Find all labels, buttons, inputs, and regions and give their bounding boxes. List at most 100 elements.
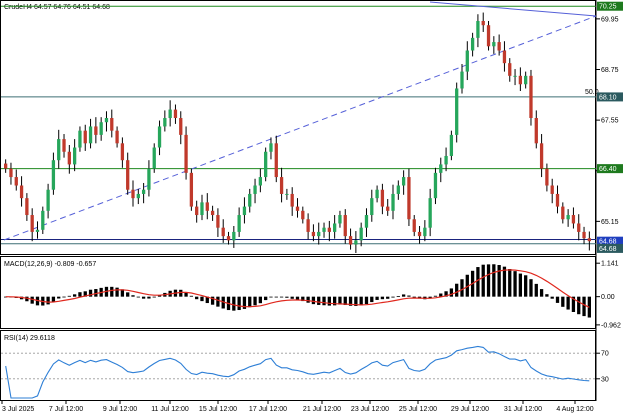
x-tick-label: 11 Jul 12:00 (151, 406, 189, 413)
candle-body (354, 240, 358, 245)
macd-histogram-bar (322, 296, 326, 306)
macd-histogram-bar (248, 296, 252, 308)
candle-body (455, 88, 459, 135)
candle-body (327, 227, 331, 232)
macd-histogram-bar (72, 294, 77, 297)
macd-histogram-bar (486, 264, 491, 297)
macd-histogram-bar (433, 295, 438, 297)
candle-body (141, 189, 146, 194)
candle-body (449, 134, 454, 156)
macd-histogram-bar (539, 289, 544, 297)
candle-body (168, 109, 172, 119)
candle-body (417, 231, 422, 237)
macd-histogram-bar (279, 296, 284, 298)
macd-histogram-bar (386, 296, 390, 299)
candle-body (274, 143, 278, 178)
candle-body (269, 143, 273, 152)
candle-body (370, 198, 374, 216)
candle-body (126, 160, 130, 190)
candle-body (391, 193, 395, 211)
candle-body (428, 198, 432, 228)
macd-histogram-bar (582, 296, 586, 317)
rsi-header: RSI(14) 29.6118 (4, 335, 55, 342)
candle-body (502, 50, 507, 64)
macd-histogram-bar (412, 296, 416, 298)
price-tag-label: 66.40 (599, 166, 617, 173)
candle-body (99, 122, 103, 135)
macd-histogram-bar (285, 296, 289, 298)
macd-tick-label: -0.962 (601, 322, 621, 329)
x-tick-label: 4 Aug 12:00 (556, 406, 593, 413)
macd-histogram-bar (78, 292, 82, 297)
y-tick-label: 65.15 (601, 219, 619, 226)
candle-body (94, 126, 98, 135)
candle-body (375, 189, 379, 199)
candle-body (338, 215, 342, 224)
candle-body (157, 126, 162, 148)
macd-histogram-bar (524, 275, 528, 297)
macd-histogram-bar (264, 296, 268, 301)
candle-body (120, 143, 125, 161)
macd-histogram-bar (370, 296, 374, 303)
macd-histogram-bar (476, 267, 480, 297)
candle-body (205, 202, 209, 211)
x-tick-label: 23 Jul 12:00 (351, 406, 389, 413)
macd-header: MACD(12,26,9) -0.809 -0.657 (4, 261, 96, 268)
macd-histogram-bar (290, 296, 294, 299)
candle-body (322, 227, 326, 232)
candle-body (486, 25, 491, 47)
candle-body (555, 193, 560, 207)
candle-body (290, 193, 294, 207)
x-tick-label: 7 Jul 12:00 (49, 406, 83, 413)
macd-histogram-bar (534, 283, 538, 297)
macd-histogram-bar (396, 296, 400, 297)
macd-histogram-bar (269, 296, 273, 298)
candle-body (264, 151, 268, 178)
candle-body (184, 134, 188, 173)
macd-histogram-bar (141, 296, 146, 299)
candle-body (444, 155, 448, 165)
rsi-panel[interactable] (0, 330, 596, 401)
candle-body (279, 177, 284, 194)
macd-histogram-bar (189, 295, 194, 297)
x-tick-label: 31 Jul 12:00 (504, 406, 542, 413)
macd-histogram-bar (200, 296, 204, 302)
macd-histogram-bar (481, 264, 485, 297)
candle-body (465, 50, 469, 72)
macd-histogram-bar (110, 286, 114, 297)
candle-body (386, 206, 390, 211)
macd-histogram-bar (258, 296, 263, 304)
macd-histogram-bar (566, 296, 570, 310)
candle-body (78, 130, 82, 148)
price-tag-label: 64.68 (599, 246, 617, 253)
y-tick-label: 67.55 (601, 118, 619, 125)
macd-histogram-bar (147, 296, 151, 299)
candle-body (306, 219, 310, 232)
candle-body (189, 172, 194, 207)
candle-body (571, 215, 576, 224)
macd-histogram-bar (126, 292, 130, 297)
candle-body (131, 189, 135, 199)
candle-body (210, 210, 215, 216)
macd-histogram-bar (195, 296, 199, 300)
candle-body (163, 118, 167, 127)
macd-histogram-bar (62, 296, 66, 298)
main-header: CrudeH4 64.57 64.76 64.51 64.68 (4, 4, 110, 11)
trading-chart[interactable]: CrudeH4 64.57 64.76 64.51 64.68 MACD(12,… (0, 0, 624, 416)
macd-histogram-bar (380, 296, 385, 300)
macd-histogram-bar (455, 283, 459, 297)
macd-histogram-bar (274, 296, 278, 298)
candle-body (566, 215, 570, 220)
macd-histogram-bar (311, 296, 316, 305)
candle-body (481, 20, 485, 26)
candle-body (14, 177, 18, 186)
macd-histogram-bar (550, 296, 554, 299)
macd-histogram-bar (391, 296, 395, 298)
candle-body (35, 229, 40, 232)
candle-body (258, 177, 263, 186)
macd-histogram-bar (449, 288, 454, 297)
y-tick-label: 68.75 (601, 67, 619, 74)
price-tag-label: 68.10 (599, 94, 617, 101)
candle-body (476, 20, 480, 38)
candle-body (62, 139, 66, 152)
